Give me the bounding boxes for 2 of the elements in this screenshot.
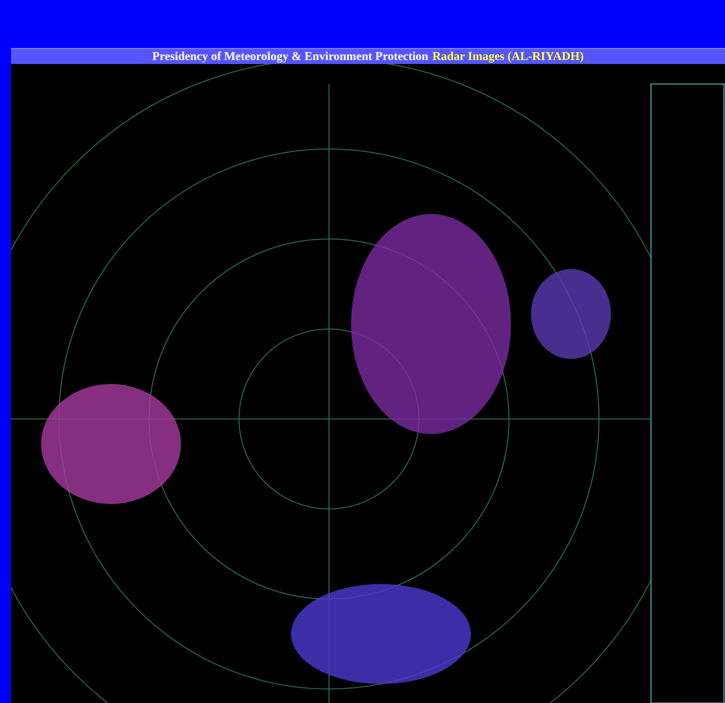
header-title: Presidency of Meteorology & Environment Protection — [152, 49, 428, 64]
header-subtitle: Radar Images (AL-RIYADH) — [432, 49, 584, 64]
